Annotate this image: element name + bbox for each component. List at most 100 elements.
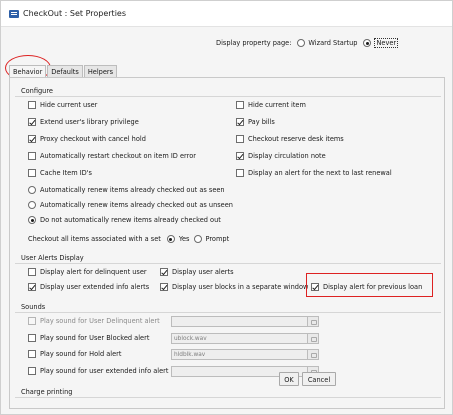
hide-current-item-option[interactable]: Hide current item [236, 101, 306, 109]
renew-unseen-option[interactable]: Automatically renew items already checke… [28, 201, 233, 209]
renew-seen-option[interactable]: Automatically renew items already checke… [28, 186, 225, 194]
ok-button[interactable]: OK [279, 372, 299, 386]
previous-loan-alert-label: Display alert for previous loan [323, 283, 423, 291]
renewal-alert-option[interactable]: Display an alert for the next to last re… [236, 169, 392, 177]
hide-current-item-checkbox[interactable] [236, 101, 244, 109]
display-property-page-label: Display property page: [216, 39, 292, 47]
checkout-set-prompt-label: Prompt [205, 235, 230, 243]
previous-loan-alert-checkbox[interactable] [311, 283, 319, 291]
proxy-checkout-checkbox[interactable] [28, 135, 36, 143]
extended-info-alerts-checkbox[interactable] [28, 283, 36, 291]
checkout-reserve-option[interactable]: Checkout reserve desk items [236, 135, 344, 143]
cancel-button[interactable]: Cancel [302, 372, 336, 386]
proxy-checkout-label: Proxy checkout with cancel hold [40, 135, 146, 143]
hide-current-user-option[interactable]: Hide current user [28, 101, 97, 109]
sound-hold-browse-icon[interactable] [307, 349, 319, 360]
renew-unseen-radio[interactable] [28, 201, 36, 209]
pay-bills-label: Pay bills [248, 118, 275, 126]
renew-seen-label: Automatically renew items already checke… [40, 186, 225, 194]
sound-blocked-browse-icon[interactable] [307, 333, 319, 344]
sound-delinquent-file-field[interactable] [171, 316, 308, 327]
sound-hold-file-field[interactable]: hldblk.wav [171, 349, 308, 360]
sound-blocked-file-field[interactable]: ublock.wav [171, 333, 308, 344]
sound-extended-info-option[interactable]: Play sound for user extended info alert [28, 367, 168, 375]
configure-divider [15, 96, 441, 97]
delinquent-alert-label: Display alert for delinquent user [40, 268, 147, 276]
sounds-title: Sounds [21, 303, 46, 311]
hide-current-user-label: Hide current user [40, 101, 98, 109]
user-blocks-window-label: Display user blocks in a separate window [172, 283, 309, 291]
display-property-page-row: Display property page: Wizard Startup Ne… [216, 38, 399, 48]
never-radio[interactable] [363, 39, 372, 47]
sound-blocked-label: Play sound for User Blocked alert [40, 334, 150, 342]
user-alerts-divider [15, 263, 441, 264]
extended-info-alerts-option[interactable]: Display user extended info alerts [28, 283, 149, 291]
properties-window: CheckOut : Set Properties Display proper… [0, 0, 453, 415]
sound-blocked-option[interactable]: Play sound for User Blocked alert [28, 334, 149, 342]
circulation-note-checkbox[interactable] [236, 152, 244, 160]
checkout-set-yes-radio[interactable] [166, 235, 175, 243]
sound-hold-option[interactable]: Play sound for Hold alert [28, 350, 121, 358]
circulation-note-label: Display circulation note [248, 152, 326, 160]
extend-privilege-option[interactable]: Extend user's library privilege [28, 118, 139, 126]
no-renew-radio[interactable] [28, 216, 36, 224]
charge-printing-divider [15, 397, 441, 398]
user-alerts-option[interactable]: Display user alerts [160, 268, 234, 276]
app-icon [9, 10, 19, 18]
tab-defaults[interactable]: Defaults [47, 65, 83, 77]
cache-item-ids-option[interactable]: Cache Item ID's [28, 169, 92, 177]
hide-current-item-label: Hide current item [248, 101, 306, 109]
auto-restart-option[interactable]: Automatically restart checkout on item I… [28, 152, 196, 160]
proxy-checkout-option[interactable]: Proxy checkout with cancel hold [28, 135, 146, 143]
sound-extended-info-checkbox[interactable] [28, 367, 36, 375]
sound-hold-checkbox[interactable] [28, 350, 36, 358]
auto-restart-checkbox[interactable] [28, 152, 36, 160]
no-renew-option[interactable]: Do not automatically renew items already… [28, 216, 221, 224]
circulation-note-option[interactable]: Display circulation note [236, 152, 326, 160]
previous-loan-alert-option[interactable]: Display alert for previous loan [311, 283, 422, 291]
auto-restart-label: Automatically restart checkout on item I… [40, 152, 196, 160]
extended-info-alerts-label: Display user extended info alerts [40, 283, 150, 291]
sound-delinquent-label: Play sound for User Delinquent alert [40, 317, 160, 325]
hide-current-user-checkbox[interactable] [28, 101, 36, 109]
tab-helpers[interactable]: Helpers [83, 65, 118, 77]
charge-printing-title: Charge printing [21, 388, 73, 396]
renewal-alert-checkbox[interactable] [236, 169, 244, 177]
sound-extended-info-label: Play sound for user extended info alert [40, 367, 169, 375]
sound-delinquent-option[interactable]: Play sound for User Delinquent alert [28, 317, 160, 325]
delinquent-alert-checkbox[interactable] [28, 268, 36, 276]
renew-unseen-label: Automatically renew items already checke… [40, 201, 233, 209]
renewal-alert-label: Display an alert for the next to last re… [248, 169, 392, 177]
wizard-startup-label: Wizard Startup [308, 39, 358, 47]
configure-title: Configure [21, 87, 53, 95]
sound-hold-label: Play sound for Hold alert [40, 350, 122, 358]
user-blocks-window-checkbox[interactable] [160, 283, 168, 291]
never-label: Never [374, 38, 399, 48]
checkout-set-yes-label: Yes [178, 235, 190, 243]
user-alerts-checkbox[interactable] [160, 268, 168, 276]
sound-delinquent-checkbox[interactable] [28, 317, 36, 325]
wizard-startup-radio[interactable] [297, 39, 306, 47]
extend-privilege-checkbox[interactable] [28, 118, 36, 126]
checkout-reserve-label: Checkout reserve desk items [248, 135, 344, 143]
checkout-set-prompt-radio[interactable] [193, 235, 202, 243]
renew-seen-radio[interactable] [28, 186, 36, 194]
checkout-reserve-checkbox[interactable] [236, 135, 244, 143]
user-alerts-title: User Alerts Display [21, 254, 84, 262]
pay-bills-option[interactable]: Pay bills [236, 118, 275, 126]
sound-blocked-checkbox[interactable] [28, 334, 36, 342]
checkout-set-label: Checkout all items associated with a set [28, 235, 161, 243]
window-title: CheckOut : Set Properties [23, 9, 127, 18]
extend-privilege-label: Extend user's library privilege [40, 118, 139, 126]
no-renew-label: Do not automatically renew items already… [40, 216, 221, 224]
sound-delinquent-browse-icon[interactable] [307, 316, 319, 327]
checkout-set-row: Checkout all items associated with a set… [28, 235, 229, 243]
pay-bills-checkbox[interactable] [236, 118, 244, 126]
delinquent-alert-option[interactable]: Display alert for delinquent user [28, 268, 147, 276]
tab-strip: Behavior Defaults Helpers [9, 65, 118, 78]
cache-item-ids-checkbox[interactable] [28, 169, 36, 177]
user-alerts-label: Display user alerts [172, 268, 234, 276]
cache-item-ids-label: Cache Item ID's [40, 169, 92, 177]
sounds-divider [15, 312, 441, 313]
user-blocks-window-option[interactable]: Display user blocks in a separate window [160, 283, 308, 291]
